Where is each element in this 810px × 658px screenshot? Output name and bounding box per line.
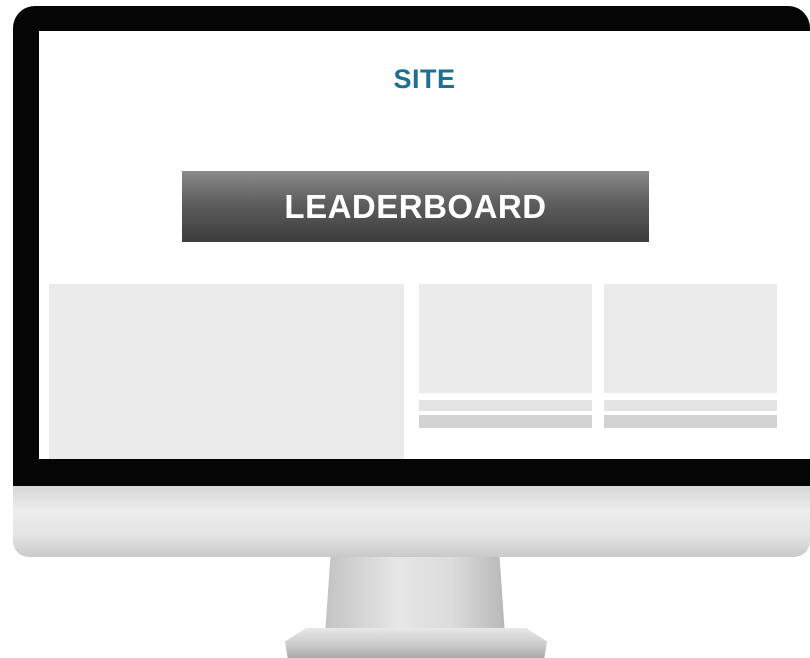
monitor-screen: SITE LEADERBOARD	[39, 31, 810, 459]
monitor-base	[285, 628, 547, 658]
monitor-chin	[13, 486, 810, 557]
leaderboard-ad-banner[interactable]: LEADERBOARD	[182, 171, 649, 242]
leaderboard-label: LEADERBOARD	[284, 187, 547, 225]
site-logo[interactable]: SITE	[39, 64, 810, 95]
card-thumbnail-placeholder	[604, 284, 777, 393]
monitor-stand	[325, 557, 505, 635]
content-card[interactable]	[604, 284, 777, 428]
card-text-placeholder	[604, 415, 777, 428]
content-card[interactable]	[419, 284, 592, 428]
monitor-mockup: SITE LEADERBOARD	[0, 0, 810, 658]
card-text-placeholder	[419, 415, 592, 428]
card-title-placeholder	[604, 400, 777, 411]
featured-content-placeholder[interactable]	[49, 284, 404, 459]
card-title-placeholder	[419, 400, 592, 411]
card-thumbnail-placeholder	[419, 284, 592, 393]
